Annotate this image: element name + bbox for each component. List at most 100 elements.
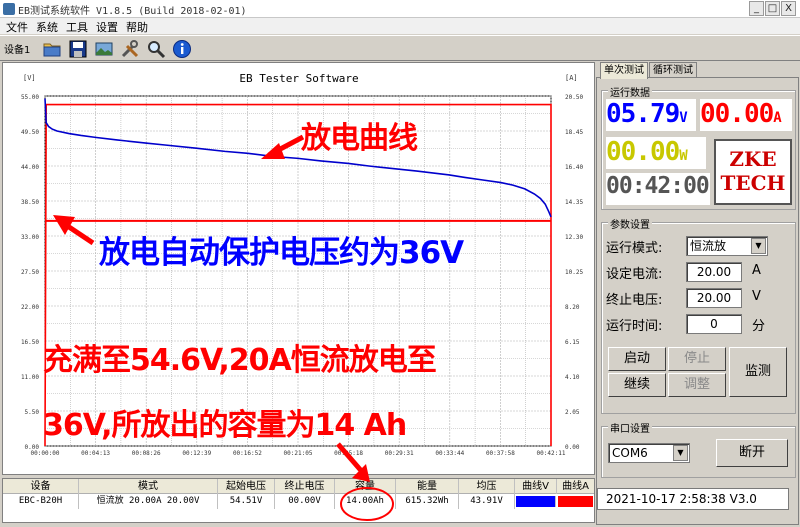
tools-icon[interactable] [120, 39, 140, 59]
menu-help[interactable]: 帮助 [126, 19, 148, 35]
y-right-tick-label: 12.30 [565, 234, 583, 241]
y-right-tick-label: 20.50 [565, 94, 583, 101]
menu-settings[interactable]: 设置 [96, 19, 118, 35]
header-start-voltage: 起始电压 [218, 479, 275, 494]
y-right-tick-label: 8.20 [565, 304, 580, 311]
menu-system[interactable]: 系统 [36, 19, 58, 35]
y-right-tick-label: 16.40 [565, 164, 583, 171]
run-data-title: 运行数据 [608, 84, 652, 99]
y-left-tick-label: 5.50 [25, 409, 40, 416]
monitor-button[interactable]: 监测 [729, 347, 787, 397]
left-unit-label: [V] [23, 74, 36, 82]
y-left-tick-label: 33.00 [21, 234, 39, 241]
run-time-input[interactable]: 0 [686, 314, 742, 334]
chevron-down-icon: ▼ [673, 445, 688, 461]
minimize-button[interactable]: _ [749, 1, 764, 16]
x-tick-label: 00:16:52 [233, 450, 262, 457]
run-data-group: 运行数据 05.79V 00.00A 00.00W 00:42:00 ZKE T… [601, 84, 796, 210]
chart-title: EB Tester Software [239, 72, 358, 85]
y-left-tick-label: 22.00 [21, 304, 39, 311]
x-tick-label: 00:42:11 [537, 450, 566, 457]
y-left-tick-label: 27.50 [21, 269, 39, 276]
y-left-tick-label: 44.00 [21, 164, 39, 171]
tab-cycle-test[interactable]: 循环测试 [649, 62, 697, 78]
search-icon[interactable] [146, 39, 166, 59]
header-curve-a: 曲线A [562, 481, 589, 492]
mode-label: 运行模式: [606, 241, 663, 256]
port-select[interactable]: COM6 ▼ [608, 443, 690, 463]
capacity-highlight-ellipse [340, 487, 394, 521]
annotation-charge-line1: 充满至54.6V,20A恒流放电至 [43, 343, 437, 378]
end-voltage-input[interactable]: 20.00 [686, 288, 742, 308]
x-tick-label: 00:21:05 [284, 450, 313, 457]
menu-file[interactable]: 文件 [6, 19, 28, 35]
header-curve-v: 曲线V [515, 479, 557, 494]
image-icon[interactable] [94, 39, 114, 59]
mode-select[interactable]: 恒流放 ▼ [686, 236, 768, 256]
result-table: 设备 模式 起始电压 终止电压 容量 能量 均压 曲线V 曲线A EBC-B20… [2, 478, 595, 523]
x-tick-label: 00:12:39 [182, 450, 211, 457]
toolbar: 设备1 [0, 35, 800, 61]
app-icon [3, 3, 15, 15]
cell-mode: 恒流放 20.00A 20.00V [79, 494, 218, 509]
y-right-tick-label: 14.35 [565, 199, 583, 206]
disconnect-button[interactable]: 断开 [716, 439, 788, 467]
save-icon[interactable] [68, 39, 88, 59]
capacity-arrow-icon [336, 442, 370, 482]
continue-button[interactable]: 继续 [608, 373, 666, 397]
y-left-tick-label: 49.50 [21, 129, 39, 136]
chevron-down-icon: ▼ [751, 238, 766, 254]
header-energy: 能量 [396, 479, 459, 494]
close-button[interactable]: X [781, 1, 796, 16]
right-unit-label: [A] [565, 74, 578, 82]
set-current-unit: A [752, 263, 761, 278]
time-display: 00:42:00 [606, 173, 710, 205]
header-avg-voltage: 均压 [459, 479, 515, 494]
serial-title: 串口设置 [608, 420, 652, 435]
cell-start-voltage: 54.51V [218, 494, 275, 509]
start-button[interactable]: 启动 [608, 347, 666, 371]
y-right-tick-label: 6.15 [565, 339, 580, 346]
end-voltage-label: 终止电压: [606, 293, 663, 308]
header-end-voltage: 终止电压 [275, 479, 335, 494]
cell-end-voltage: 00.00V [275, 494, 335, 509]
y-right-tick-label: 18.45 [565, 129, 583, 136]
zke-tech-logo: ZKE TECH [714, 139, 792, 205]
y-right-tick-label: 10.25 [565, 269, 583, 276]
open-folder-icon[interactable] [42, 39, 62, 59]
cell-device: EBC-B20H [3, 494, 79, 509]
menu-tools[interactable]: 工具 [66, 19, 88, 35]
menu-bar: 文件 系统 工具 设置 帮助 [0, 18, 800, 34]
maximize-button[interactable]: □ [765, 1, 780, 16]
serial-group: 串口设置 COM6 ▼ 断开 [601, 420, 796, 478]
header-device: 设备 [3, 479, 79, 494]
table-row[interactable]: EBC-B20H 恒流放 20.00A 20.00V 54.51V 00.00V… [3, 494, 594, 509]
y-left-tick-label: 38.50 [21, 199, 39, 206]
run-time-unit: 分 [752, 319, 766, 334]
set-current-label: 设定电流: [606, 267, 663, 282]
y-right-tick-label: 4.10 [565, 374, 580, 381]
title-bar: EB测试系统软件 V1.8.5 (Build 2018-02-01) _ □ X [0, 0, 800, 18]
table-header: 设备 模式 起始电压 终止电压 容量 能量 均压 曲线V 曲线A [3, 479, 594, 494]
info-icon[interactable] [172, 39, 192, 59]
params-group: 参数设置 运行模式: 恒流放 ▼ 设定电流: 20.00 A 终止电压: 20.… [601, 216, 796, 414]
header-mode: 模式 [79, 479, 218, 494]
adjust-button[interactable]: 调整 [668, 373, 726, 397]
stop-button[interactable]: 停止 [668, 347, 726, 371]
y-right-tick-label: 0.00 [565, 444, 580, 451]
set-current-input[interactable]: 20.00 [686, 262, 742, 282]
status-datetime: 2021-10-17 2:58:38 V3.0 [597, 488, 789, 510]
window-title: EB测试系统软件 V1.8.5 (Build 2018-02-01) [18, 6, 247, 17]
curve-v-swatch[interactable] [516, 496, 556, 507]
annotation-charge-line2: 36V,所放出的容量为14 Ah [43, 408, 407, 443]
end-voltage-unit: V [752, 289, 761, 304]
y-right-tick-label: 2.05 [565, 409, 580, 416]
curve-a-swatch[interactable] [558, 496, 593, 507]
y-left-tick-label: 55.00 [21, 94, 39, 101]
y-left-tick-label: 11.00 [21, 374, 39, 381]
device-tab[interactable]: 设备1 [4, 41, 30, 56]
x-tick-label: 00:29:31 [385, 450, 414, 457]
chart-panel: EB Tester Software [V] [A] 55.00 49.50 44.00 3… [2, 62, 595, 475]
tab-single-test[interactable]: 单次测试 [600, 62, 648, 79]
params-title: 参数设置 [608, 216, 652, 231]
